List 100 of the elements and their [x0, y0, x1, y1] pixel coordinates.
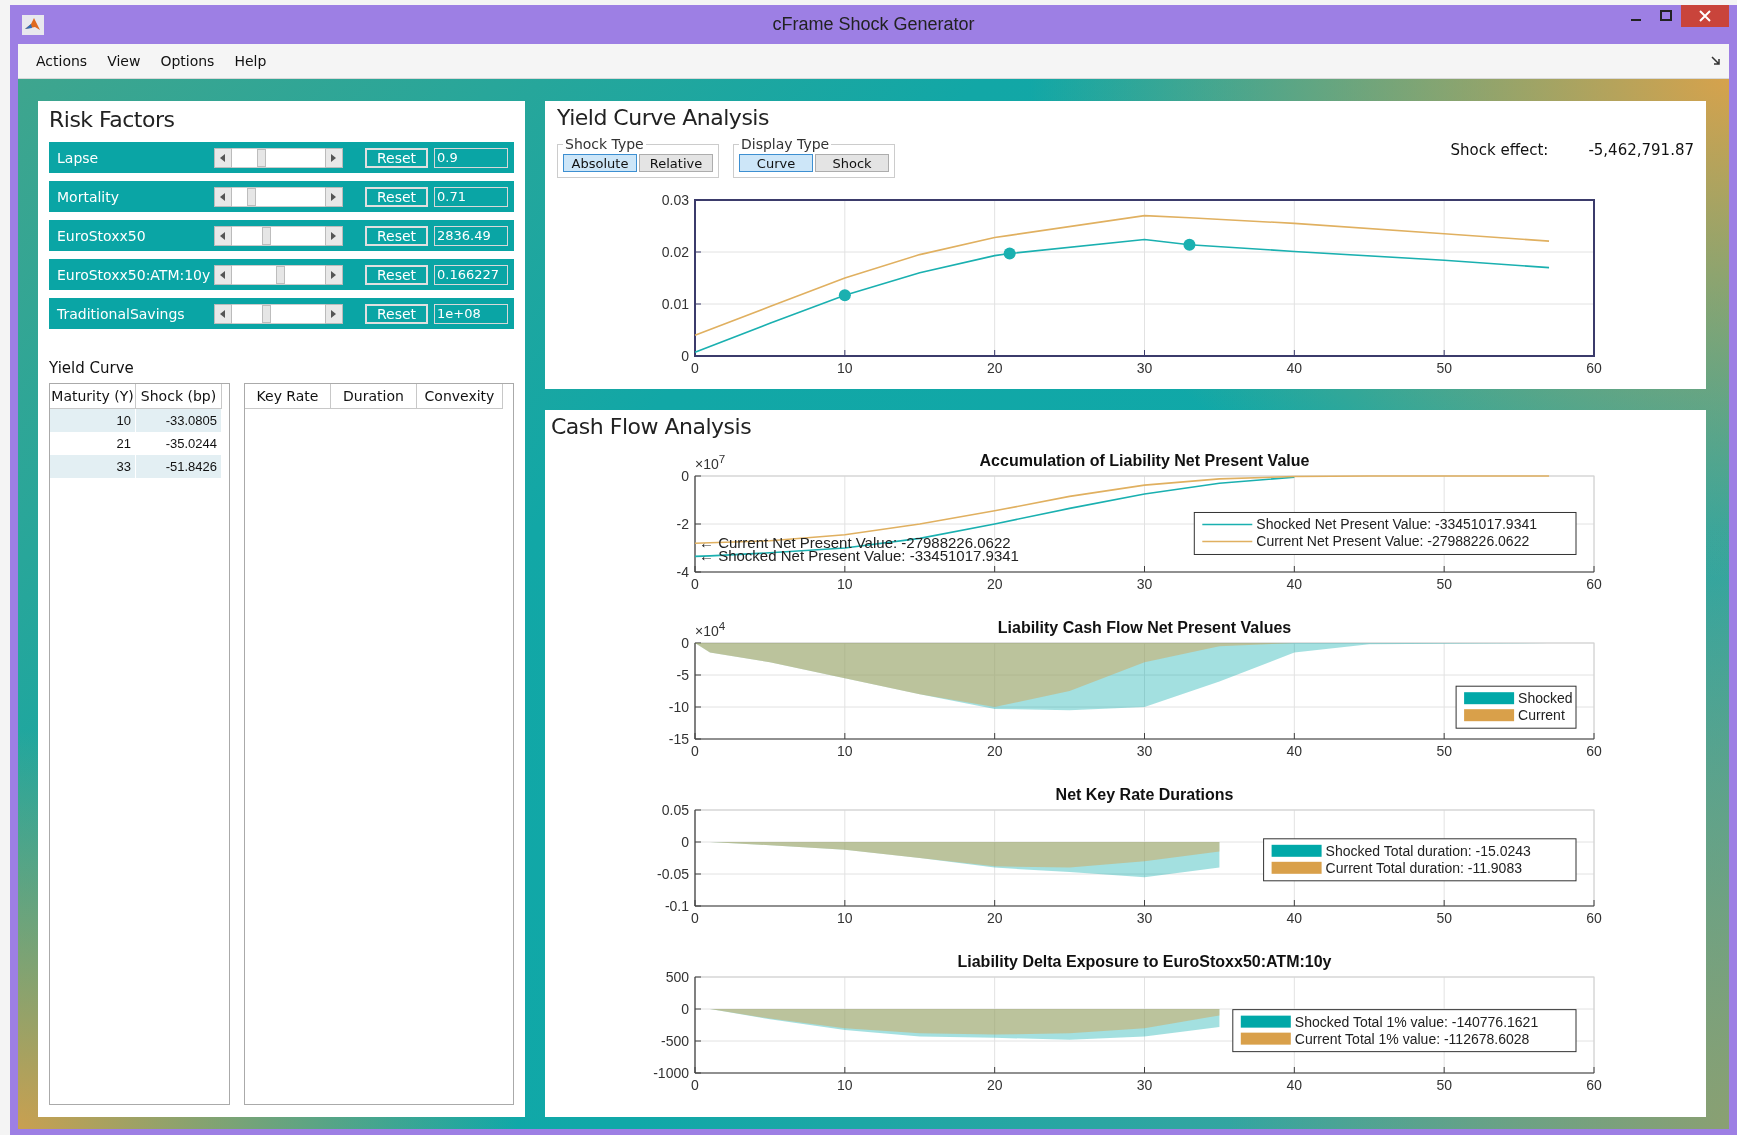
tick-label: -2: [676, 516, 689, 532]
slider-left-button[interactable]: [214, 186, 232, 207]
legend-label: Shocked Net Present Value: -33451017.9341: [1256, 516, 1537, 533]
tick-label: -5: [676, 667, 689, 683]
tick-label: 0: [681, 635, 689, 651]
left-arrow-icon: [220, 153, 226, 162]
slider-left-button[interactable]: [214, 303, 232, 324]
table-cell: 33: [50, 455, 136, 478]
toggle-button[interactable]: Relative: [639, 154, 713, 172]
column-header[interactable]: Convexity: [417, 384, 503, 409]
column-header[interactable]: Key Rate: [245, 384, 331, 409]
tick-label: 30: [1136, 576, 1153, 592]
tick-label: -0.1: [664, 898, 689, 914]
tick-label: 0: [691, 910, 699, 926]
legend-swatch: [1464, 709, 1515, 722]
tick-label: -0.05: [657, 866, 689, 882]
tick-label: 0: [681, 1001, 689, 1017]
slider-thumb[interactable]: [262, 304, 272, 323]
slider-right-button[interactable]: [325, 303, 343, 324]
tick-label: -1000: [653, 1065, 689, 1081]
slider-thumb[interactable]: [275, 265, 285, 284]
factor-label: EuroStoxx50:ATM:10y: [57, 266, 212, 283]
tick-label: 60: [1586, 576, 1602, 592]
tick-label: 0: [681, 834, 689, 850]
slider-left-button[interactable]: [214, 264, 232, 285]
slider-right-button[interactable]: [325, 186, 343, 207]
tick-label: 0: [691, 360, 699, 376]
tick-label: 0.02: [661, 244, 689, 260]
toggle-button[interactable]: Absolute: [563, 154, 637, 172]
tick-label: 40: [1286, 360, 1303, 376]
legend-label: Current Total duration: -11.9083: [1325, 859, 1522, 876]
left-arrow-icon: [220, 270, 226, 279]
close-icon: [1699, 10, 1711, 22]
factor-label: EuroStoxx50: [57, 227, 147, 244]
slider-left-button[interactable]: [214, 147, 232, 168]
table-cell: -33.0805: [136, 409, 222, 432]
legend-label: Shocked: [1518, 690, 1573, 707]
left-arrow-icon: [220, 192, 226, 201]
menu-item[interactable]: View: [99, 49, 149, 73]
chart-title: Liability Delta Exposure to EuroStoxx50:ATM:10y: [957, 953, 1332, 970]
tick-label: 50: [1436, 1077, 1452, 1093]
table-cell: -51.8426: [136, 455, 222, 478]
panel-title: Yield Curve Analysis: [557, 105, 770, 130]
tick-label: 10: [837, 1077, 853, 1093]
shock-effect-label: Shock effect:: [1450, 141, 1549, 161]
menu-item[interactable]: Actions: [28, 49, 96, 73]
column-header[interactable]: Duration: [331, 384, 417, 409]
group-label: Shock Type: [564, 136, 645, 152]
tick-label: 50: [1436, 743, 1452, 759]
tick-label: 40: [1286, 743, 1303, 759]
tick-label: 30: [1136, 910, 1153, 926]
window-title: cFrame Shock Generator: [772, 14, 975, 35]
menu-item[interactable]: Help: [226, 49, 275, 73]
tick-label: 0.01: [661, 296, 689, 312]
column-header[interactable]: Shock (bp): [136, 384, 222, 409]
toggle-button[interactable]: Shock: [815, 154, 889, 172]
slider-right-button[interactable]: [325, 225, 343, 246]
tick-label: 30: [1136, 360, 1153, 376]
slider-right-button[interactable]: [325, 147, 343, 168]
table-cell: 10: [50, 409, 136, 432]
tick-label: 0: [691, 743, 699, 759]
undock-icon[interactable]: [1711, 56, 1721, 66]
factor-label: TraditionalSavings: [57, 305, 186, 322]
axis-multiplier: ×10$^{7}$: [695, 455, 726, 472]
tick-label: 0: [681, 348, 689, 364]
legend-label: Current Net Present Value: -27988226.0622: [1256, 533, 1530, 550]
menu-item[interactable]: Options: [152, 49, 223, 73]
tick-label: 40: [1286, 1077, 1303, 1093]
marker-dot[interactable]: [1183, 238, 1196, 251]
toggle-button[interactable]: Curve: [739, 154, 813, 172]
app-icon: [22, 14, 44, 35]
legend-swatch: [1464, 692, 1515, 705]
legend-swatch: [1201, 540, 1254, 543]
tick-label: 40: [1286, 910, 1303, 926]
slider-right-button[interactable]: [325, 264, 343, 285]
slider-thumb[interactable]: [262, 226, 272, 245]
right-arrow-icon: [331, 153, 337, 162]
marker-dot[interactable]: [838, 289, 851, 302]
tick-label: 60: [1586, 910, 1602, 926]
slider-thumb[interactable]: [247, 187, 257, 206]
tick-label: 10: [837, 360, 853, 376]
shock-effect-value: -5,462,791.87: [1588, 141, 1694, 161]
left-arrow-icon: [220, 309, 226, 318]
tick-label: 0: [691, 576, 699, 592]
slider-thumb[interactable]: [257, 148, 267, 167]
tick-label: 20: [986, 910, 1003, 926]
marker-dot[interactable]: [1003, 247, 1016, 260]
tick-label: 60: [1586, 1077, 1602, 1093]
tick-label: 20: [986, 1077, 1003, 1093]
slider-left-button[interactable]: [214, 225, 232, 246]
tick-label: 0: [681, 468, 689, 484]
legend-label: Shocked Total duration: -15.0243: [1325, 842, 1531, 859]
tick-label: 50: [1436, 360, 1452, 376]
tick-label: -4: [676, 564, 689, 580]
close-button[interactable]: [1681, 5, 1729, 27]
tick-label: -500: [660, 1033, 689, 1049]
panel-title: Cash Flow Analysis: [550, 414, 753, 439]
column-header[interactable]: Maturity (Y): [50, 384, 136, 409]
tick-label: 10: [837, 743, 853, 759]
tick-label: 10: [837, 910, 853, 926]
